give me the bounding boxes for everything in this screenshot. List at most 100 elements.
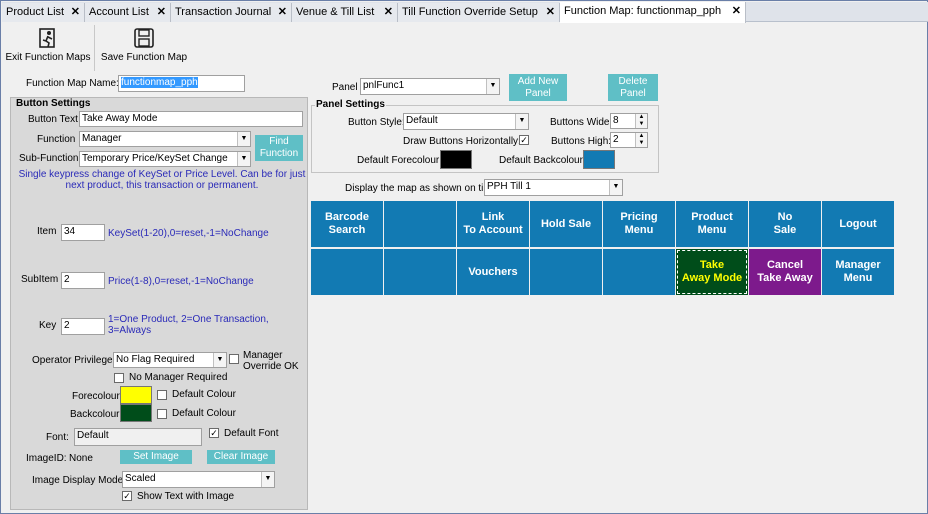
subfunction-description: Single keypress change of KeySet or Pric… bbox=[18, 169, 306, 191]
chevron-down-icon: ▼ bbox=[237, 132, 250, 146]
subfunction-select[interactable]: Temporary Price/KeySet Change ▼ bbox=[79, 151, 251, 167]
buttons-wide-value: 8 bbox=[613, 115, 619, 126]
grid-button[interactable]: Pricing Menu bbox=[603, 201, 675, 247]
show-text-with-image-checkbox[interactable]: ✓ bbox=[122, 491, 132, 501]
forecolour-swatch[interactable] bbox=[120, 386, 152, 404]
font-input[interactable]: Default bbox=[74, 428, 202, 446]
chevron-down-icon: ▼ bbox=[213, 353, 226, 367]
default-font-checkbox[interactable]: ✓ bbox=[209, 428, 219, 438]
chevron-down-icon: ▼ bbox=[237, 152, 250, 166]
privilege-value: No Flag Required bbox=[116, 354, 195, 365]
grid-button[interactable]: Manager Menu bbox=[822, 249, 894, 295]
grid-button[interactable] bbox=[530, 249, 602, 295]
image-display-mode-select[interactable]: Scaled ▼ bbox=[122, 471, 275, 488]
grid-button[interactable]: Barcode Search bbox=[311, 201, 383, 247]
add-new-panel-button[interactable]: Add New Panel bbox=[509, 74, 567, 101]
map-name-input[interactable]: functionmap_pph bbox=[118, 75, 245, 92]
exit-label: Exit Function Maps bbox=[5, 52, 91, 63]
button-style-label: Button Style: bbox=[348, 117, 405, 128]
default-forecolour-label: Default Forecolour bbox=[357, 155, 440, 166]
buttons-wide-spinner[interactable]: 8 ▲ ▼ bbox=[610, 113, 648, 129]
grid-button[interactable]: Link To Account bbox=[457, 201, 529, 247]
button-text-input[interactable]: Take Away Mode bbox=[79, 111, 303, 127]
default-forecolour-label: Default Colour bbox=[172, 389, 236, 400]
grid-button[interactable]: Logout bbox=[822, 201, 894, 247]
close-icon[interactable]: ✕ bbox=[384, 3, 393, 21]
default-backcolour-swatch[interactable] bbox=[583, 150, 615, 169]
set-image-button[interactable]: Set Image bbox=[120, 450, 192, 464]
default-backcolour-label: Default Backcolour bbox=[499, 155, 583, 166]
grid-button[interactable]: No Sale bbox=[749, 201, 821, 247]
display-map-select[interactable]: PPH Till 1 ▼ bbox=[484, 179, 623, 196]
tab-product-list[interactable]: Product List ✕ bbox=[2, 3, 85, 22]
exit-function-maps-button[interactable]: Exit Function Maps bbox=[5, 27, 91, 63]
close-icon[interactable]: ✕ bbox=[278, 3, 287, 21]
grid-button[interactable]: Vouchers bbox=[457, 249, 529, 295]
button-settings-panel: Button Settings Button Text Take Away Mo… bbox=[10, 97, 308, 510]
grid-button[interactable] bbox=[384, 249, 456, 295]
default-forecolour-swatch[interactable] bbox=[440, 150, 472, 169]
delete-panel-button[interactable]: Delete Panel bbox=[608, 74, 658, 101]
item-label: Item bbox=[37, 226, 57, 237]
subitem-hint: Price(1-8),0=reset,-1=NoChange bbox=[108, 276, 254, 287]
chevron-down-icon: ▼ bbox=[486, 79, 499, 94]
grid-button[interactable]: Product Menu bbox=[676, 201, 748, 247]
buttons-high-spinner[interactable]: 2 ▲ ▼ bbox=[610, 132, 648, 148]
tab-label: Transaction Journal bbox=[175, 6, 272, 18]
tab-account-list[interactable]: Account List ✕ bbox=[85, 3, 171, 22]
subitem-input[interactable]: 2 bbox=[61, 272, 105, 289]
grid-button[interactable]: Take Away Mode bbox=[676, 249, 748, 295]
grid-button[interactable] bbox=[603, 249, 675, 295]
close-icon[interactable]: ✕ bbox=[732, 2, 741, 20]
manager-override-label: Manager Override OK bbox=[243, 350, 299, 372]
grid-button[interactable]: Cancel Take Away bbox=[749, 249, 821, 295]
buttons-wide-label: Buttons Wide: bbox=[550, 117, 613, 128]
chevron-down-icon: ▼ bbox=[515, 114, 528, 129]
imageid-value: None bbox=[69, 453, 93, 464]
function-button-grid: Barcode Search Link To Account Hold Sale Pr… bbox=[311, 201, 894, 296]
forecolour-label: Forecolour bbox=[72, 391, 120, 402]
spinner-arrows-icon[interactable]: ▲ ▼ bbox=[635, 114, 647, 128]
key-input[interactable]: 2 bbox=[61, 318, 105, 335]
grid-button[interactable] bbox=[384, 201, 456, 247]
backcolour-swatch[interactable] bbox=[120, 404, 152, 422]
no-manager-required-checkbox[interactable] bbox=[114, 373, 124, 383]
draw-horizontally-checkbox[interactable]: ✓ bbox=[519, 135, 529, 145]
find-function-button[interactable]: Find Function bbox=[255, 135, 303, 161]
key-hint: 1=One Product, 2=One Transaction, 3=Alwa… bbox=[108, 314, 269, 336]
spinner-arrows-icon[interactable]: ▲ ▼ bbox=[635, 133, 647, 147]
close-icon[interactable]: ✕ bbox=[546, 3, 555, 21]
close-icon[interactable]: ✕ bbox=[71, 3, 80, 21]
tab-till-function-override[interactable]: Till Function Override Setup ✕ bbox=[398, 3, 560, 22]
default-forecolour-checkbox[interactable] bbox=[157, 390, 167, 400]
display-map-label: Display the map as shown on till: bbox=[345, 183, 491, 194]
panel-select[interactable]: pnlFunc1 ▼ bbox=[360, 78, 500, 95]
function-value: Manager bbox=[82, 133, 122, 144]
button-style-value: Default bbox=[406, 115, 438, 126]
grid-button[interactable]: Hold Sale bbox=[530, 201, 602, 247]
app-window: Product List ✕ Account List ✕ Transaction … bbox=[0, 0, 928, 514]
clear-image-button[interactable]: Clear Image bbox=[207, 450, 275, 464]
grid-button[interactable] bbox=[311, 249, 383, 295]
operator-privilege-select[interactable]: No Flag Required ▼ bbox=[113, 352, 227, 368]
tab-transaction-journal[interactable]: Transaction Journal ✕ bbox=[171, 3, 292, 22]
manager-override-checkbox[interactable] bbox=[229, 354, 239, 364]
tab-function-map[interactable]: Function Map: functionmap_pph ✕ bbox=[560, 2, 746, 23]
default-font-label: Default Font bbox=[224, 428, 279, 439]
buttons-high-value: 2 bbox=[613, 134, 619, 145]
tab-venue-till-list[interactable]: Venue & Till List ✕ bbox=[292, 3, 398, 22]
close-icon[interactable]: ✕ bbox=[157, 3, 166, 21]
button-settings-title: Button Settings bbox=[15, 98, 92, 109]
font-label: Font: bbox=[46, 432, 69, 443]
function-select[interactable]: Manager ▼ bbox=[79, 131, 251, 147]
item-input[interactable]: 34 bbox=[61, 224, 105, 241]
display-map-value: PPH Till 1 bbox=[487, 181, 531, 192]
default-backcolour-label: Default Colour bbox=[172, 408, 236, 419]
function-label: Function bbox=[37, 134, 76, 145]
subfunction-label: Sub-Function bbox=[19, 153, 79, 164]
default-backcolour-checkbox[interactable] bbox=[157, 409, 167, 419]
exit-icon bbox=[39, 28, 55, 48]
save-function-map-button[interactable]: Save Function Map bbox=[99, 27, 189, 63]
button-style-select[interactable]: Default ▼ bbox=[403, 113, 529, 130]
panel-label: Panel bbox=[332, 82, 358, 93]
